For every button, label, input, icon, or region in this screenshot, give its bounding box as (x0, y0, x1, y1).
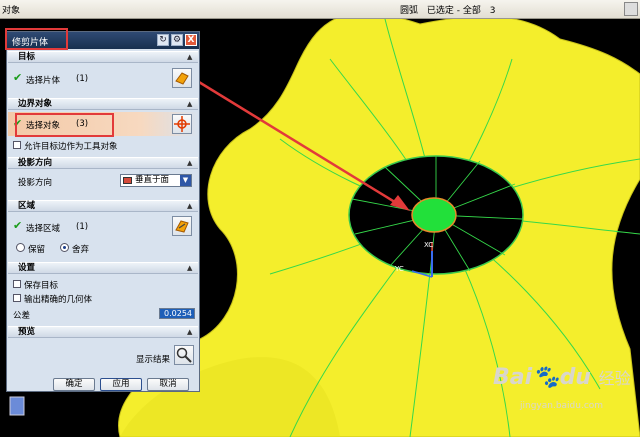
ok-button[interactable]: 确定 (53, 378, 95, 391)
select-sheet-count: (1) (76, 74, 89, 84)
axis-x-label: XC (424, 241, 434, 249)
projection-label: 投影方向 (18, 178, 53, 188)
status-bar: 对象 圆弧 已选定 - 全部 3 (0, 0, 640, 19)
watermark-logo: Bai🐾du 经验 (493, 365, 631, 390)
reset-icon[interactable]: ↻ (157, 34, 169, 46)
watermark-url: jingyan.baidu.com (520, 401, 604, 411)
section-projection-header[interactable]: 投影方向 ▲ (8, 157, 198, 169)
collapse-icon[interactable]: ▲ (187, 264, 195, 272)
section-region-title: 区域 (18, 201, 36, 211)
section-settings-title: 设置 (18, 263, 36, 273)
keep-label: 保留 (28, 245, 46, 255)
section-boundary-title: 边界对象 (18, 99, 53, 109)
cancel-button[interactable]: 取消 (147, 378, 189, 391)
section-settings-header[interactable]: 设置 ▲ (8, 262, 198, 274)
section-boundary-header[interactable]: 边界对象 ▲ (8, 98, 198, 110)
check-icon: ✔ (13, 71, 23, 84)
section-projection-title: 投影方向 (18, 158, 53, 168)
status-left-text: 对象 (2, 6, 21, 16)
crosshair-icon[interactable] (172, 114, 192, 134)
allow-target-edges-label: 允许目标边作为工具对象 (24, 142, 118, 152)
row-keep-target[interactable]: 保存目标 (8, 278, 198, 291)
select-region-label: 选择区域 (26, 224, 61, 234)
select-sheet-label: 选择片体 (26, 76, 61, 86)
selection-status: 圆弧 已选定 - 全部 3 (400, 3, 501, 16)
collapse-icon[interactable]: ▲ (187, 53, 195, 61)
row-select-sheet[interactable]: ✔ 选择片体 (1) (8, 64, 198, 94)
output-exact-label: 输出精确的几何体 (24, 295, 93, 305)
row-show-result: 显示结果 (8, 341, 198, 371)
annotation-box-select-object (15, 113, 114, 137)
watermark-brand-2: du (559, 365, 591, 390)
apply-button[interactable]: 应用 (100, 378, 142, 391)
row-tolerance: 公差 0.0254 (8, 307, 198, 321)
section-preview-header[interactable]: 预览 ▲ (8, 326, 198, 338)
sheet-select-icon[interactable] (172, 68, 192, 88)
row-select-region[interactable]: ✔ 选择区域 (1) (8, 214, 198, 238)
show-result-label: 显示结果 (136, 355, 171, 365)
allow-target-edges-checkbox[interactable] (13, 141, 21, 149)
filter-label[interactable]: 圆弧 (400, 6, 418, 16)
tolerance-input[interactable]: 0.0254 (159, 308, 195, 319)
selected-region (411, 197, 457, 233)
tolerance-label: 公差 (13, 311, 31, 321)
row-projection: 投影方向 垂直于面 ▼ (8, 172, 198, 190)
trim-sheet-dialog: 修剪片体 ↻ ⚙ X 目标 ▲ ✔ 选择片体 (1) 边界对象 ▲ ✔ 选择对象… (6, 31, 200, 392)
row-region-mode: 保留 舍弃 (8, 241, 198, 255)
section-region-header[interactable]: 区域 ▲ (8, 200, 198, 212)
collapse-icon[interactable]: ▲ (187, 202, 195, 210)
chevron-down-icon[interactable]: ▼ (180, 175, 191, 186)
annotation-box-title (5, 28, 68, 50)
section-target-header[interactable]: 目标 ▲ (8, 51, 198, 63)
discard-label: 舍弃 (72, 245, 90, 255)
select-region-count: (1) (76, 222, 89, 232)
keep-radio[interactable] (16, 243, 25, 252)
section-target-title: 目标 (18, 52, 36, 62)
projection-select[interactable]: 垂直于面 ▼ (120, 174, 192, 187)
region-select-icon[interactable] (172, 216, 192, 236)
output-exact-checkbox[interactable] (13, 294, 21, 302)
row-output-exact[interactable]: 输出精确的几何体 (8, 292, 198, 305)
collapse-icon[interactable]: ▲ (187, 328, 195, 336)
selected-label: 已选定 - 全部 (426, 6, 481, 16)
watermark-brand: Bai (493, 365, 533, 390)
projection-value: 垂直于面 (135, 175, 170, 185)
collapse-icon[interactable]: ▲ (187, 100, 195, 108)
axis-y-label: YC (395, 265, 404, 273)
discard-radio[interactable] (60, 243, 69, 252)
watermark-cn: 经验 (598, 369, 631, 388)
section-preview-title: 预览 (18, 327, 36, 337)
keep-target-checkbox[interactable] (13, 280, 21, 288)
collapse-icon[interactable]: ▲ (187, 159, 195, 167)
magnifier-icon[interactable] (174, 345, 194, 365)
selected-count: 3 (489, 6, 496, 16)
check-icon: ✔ (13, 219, 23, 232)
row-allow-target-edges[interactable]: 允许目标边作为工具对象 (8, 139, 198, 152)
face-normal-icon (123, 177, 132, 184)
keep-target-label: 保存目标 (24, 281, 59, 291)
gear-icon[interactable]: ⚙ (171, 34, 183, 46)
close-icon[interactable]: X (185, 34, 197, 46)
topbar-control[interactable] (624, 2, 638, 16)
